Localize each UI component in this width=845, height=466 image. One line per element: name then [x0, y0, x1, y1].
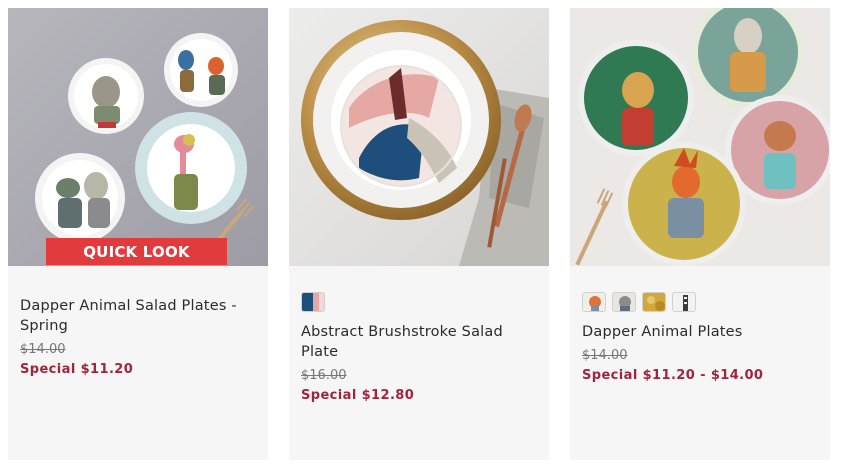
yellow-floral-swatch[interactable]: [642, 292, 666, 312]
product-card[interactable]: Dapper Animal Plates $14.00 Special $11.…: [570, 8, 830, 460]
product-info: Dapper Animal Plates $14.00 Special $11.…: [582, 292, 818, 383]
product-name-link[interactable]: Dapper Animal Salad Plates - Spring: [20, 296, 256, 336]
product-grid: QUICK LOOK Dapper Animal Salad Plates - …: [0, 0, 845, 466]
cat-swatch[interactable]: [612, 292, 636, 312]
original-price: $14.00: [20, 342, 66, 357]
color-swatches: [301, 292, 537, 314]
original-price: $14.00: [582, 348, 628, 363]
zebra-swatch[interactable]: [672, 292, 696, 312]
original-price: $16.00: [301, 368, 347, 383]
brushstroke-swatch[interactable]: [301, 292, 325, 312]
product-image[interactable]: [289, 8, 549, 266]
product-card[interactable]: Abstract Brushstroke Salad Plate $16.00 …: [289, 8, 549, 460]
quick-look-button[interactable]: QUICK LOOK: [46, 238, 227, 265]
product-card[interactable]: QUICK LOOK Dapper Animal Salad Plates - …: [8, 8, 268, 460]
color-swatches: [582, 292, 818, 314]
product-name-link[interactable]: Dapper Animal Plates: [582, 322, 818, 342]
product-info: Abstract Brushstroke Salad Plate $16.00 …: [301, 292, 537, 403]
product-name-link[interactable]: Abstract Brushstroke Salad Plate: [301, 322, 537, 362]
product-image[interactable]: QUICK LOOK: [8, 8, 268, 266]
special-price: Special $11.20 - $14.00: [582, 368, 764, 383]
special-price: Special $11.20: [20, 362, 134, 377]
orange-bird-swatch[interactable]: [582, 292, 606, 312]
product-info: Dapper Animal Salad Plates - Spring $14.…: [20, 296, 256, 377]
special-price: Special $12.80: [301, 388, 415, 403]
product-image[interactable]: [570, 8, 830, 266]
